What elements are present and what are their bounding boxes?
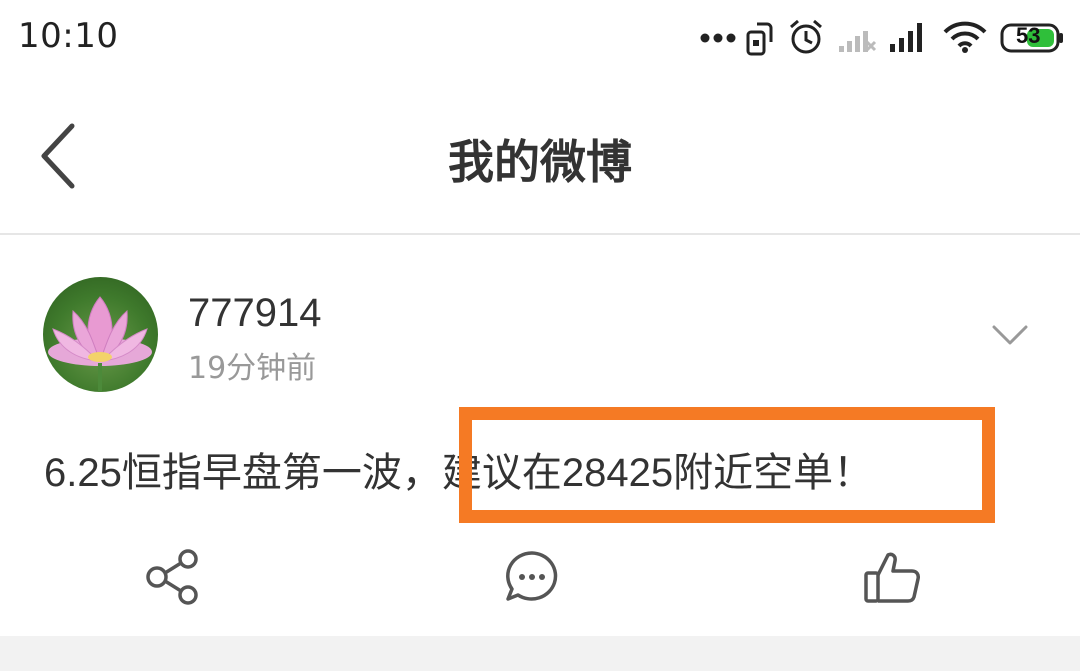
page-title: 我的微博	[448, 135, 632, 189]
screen-rotate-icon	[746, 22, 773, 56]
share-button[interactable]	[144, 547, 204, 607]
post-text-highlight: 建议在28425附近空单！	[441, 451, 874, 495]
status-bar: 10:10 53	[0, 0, 1080, 80]
post-text: 6.25恒指早盘第一波，建议在28425附近空单！	[44, 440, 873, 498]
username[interactable]: 777914	[188, 291, 321, 336]
signal-icon	[890, 23, 922, 52]
more-dots-icon	[700, 33, 736, 43]
alarm-icon	[790, 19, 822, 54]
comment-icon	[506, 551, 558, 601]
navbar: 我的微博	[0, 80, 1080, 233]
share-icon	[146, 549, 198, 605]
signal-weak-icon	[839, 31, 877, 52]
like-button[interactable]	[862, 547, 922, 607]
chevron-down-icon	[992, 325, 1028, 345]
wifi-icon	[943, 21, 987, 53]
weibo-post: 777914 19分钟前 6.25恒指早盘第一波，建议在28425附近空单！	[0, 235, 1080, 635]
comment-button[interactable]	[502, 547, 562, 607]
battery-level: 53	[1016, 23, 1041, 48]
post-time: 19分钟前	[188, 351, 317, 386]
post-menu-button[interactable]	[990, 323, 1030, 347]
avatar[interactable]	[43, 277, 158, 392]
like-icon	[864, 552, 920, 603]
feed-separator	[0, 636, 1080, 671]
post-text-lead: 6.25恒指早盘第一波，	[44, 451, 442, 495]
lotus-flower-icon	[48, 296, 152, 392]
status-time: 10:10	[18, 16, 119, 56]
